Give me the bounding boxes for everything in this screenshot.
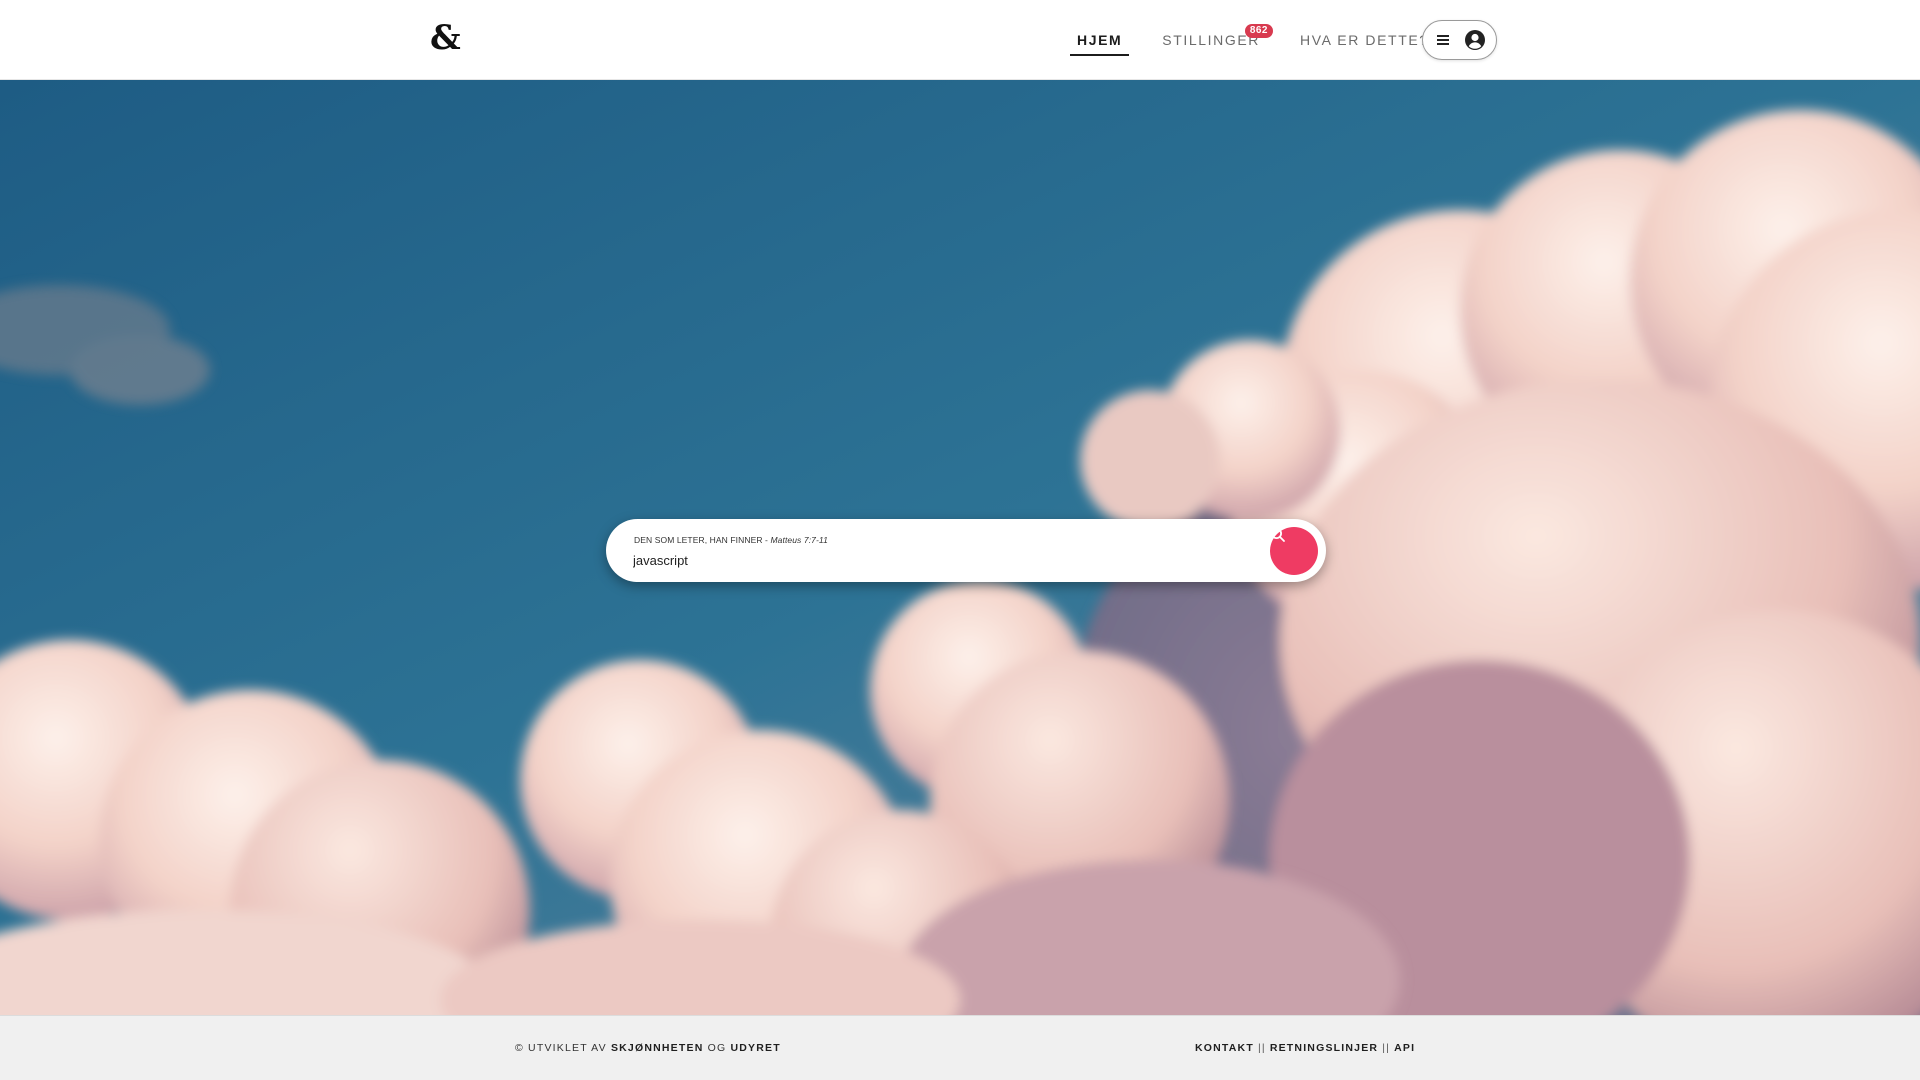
- footer-link-guidelines[interactable]: RETNINGSLINJER: [1270, 1042, 1378, 1054]
- main-nav: HJEM STILLINGER 862 HVA ER DETTE?: [1070, 0, 1462, 80]
- footer-link-api[interactable]: API: [1394, 1042, 1415, 1054]
- user-menu-button[interactable]: [1422, 20, 1497, 60]
- top-navigation-bar: & HJEM STILLINGER 862 HVA ER DETTE?: [0, 0, 1920, 80]
- hero-background-sky: DEN SOM LETER, HAN FINNER - Matteus 7:7-…: [0, 80, 1920, 1015]
- hamburger-menu-icon: [1437, 35, 1449, 45]
- search-hint-text: DEN SOM LETER, HAN FINNER -: [634, 535, 768, 545]
- logo-ampersand[interactable]: &: [430, 18, 461, 58]
- user-avatar-icon: [1465, 30, 1485, 50]
- footer: © UTVIKLET AV SKJØNNHETEN OG UDYRET KONT…: [0, 1015, 1920, 1080]
- search-icon: [1271, 528, 1285, 542]
- nav-item-about-label: HVA ER DETTE?: [1300, 32, 1429, 48]
- nav-item-about[interactable]: HVA ER DETTE?: [1293, 0, 1436, 80]
- footer-link-contact[interactable]: KONTAKT: [1195, 1042, 1254, 1054]
- search-input[interactable]: [633, 550, 1233, 570]
- footer-connector: OG: [707, 1042, 727, 1054]
- footer-author-b[interactable]: UDYRET: [730, 1042, 780, 1054]
- footer-separator: ||: [1257, 1042, 1266, 1054]
- footer-author-a[interactable]: SKJØNNHETEN: [611, 1042, 704, 1054]
- footer-credits: © UTVIKLET AV SKJØNNHETEN OG UDYRET: [515, 1042, 781, 1054]
- footer-copyright: © UTVIKLET AV: [515, 1042, 607, 1054]
- search-hint-quote: DEN SOM LETER, HAN FINNER - Matteus 7:7-…: [634, 535, 828, 545]
- footer-links: KONTAKT || RETNINGSLINJER || API: [1195, 1042, 1415, 1054]
- search-hint-reference: Matteus 7:7-11: [770, 535, 828, 545]
- footer-separator: ||: [1382, 1042, 1391, 1054]
- nav-item-jobs[interactable]: STILLINGER 862: [1155, 0, 1273, 80]
- search-bar: DEN SOM LETER, HAN FINNER - Matteus 7:7-…: [606, 519, 1326, 582]
- nav-item-home[interactable]: HJEM: [1070, 0, 1130, 80]
- search-button[interactable]: [1270, 527, 1318, 575]
- nav-item-home-label: HJEM: [1077, 32, 1123, 48]
- jobs-count-badge: 862: [1244, 24, 1273, 38]
